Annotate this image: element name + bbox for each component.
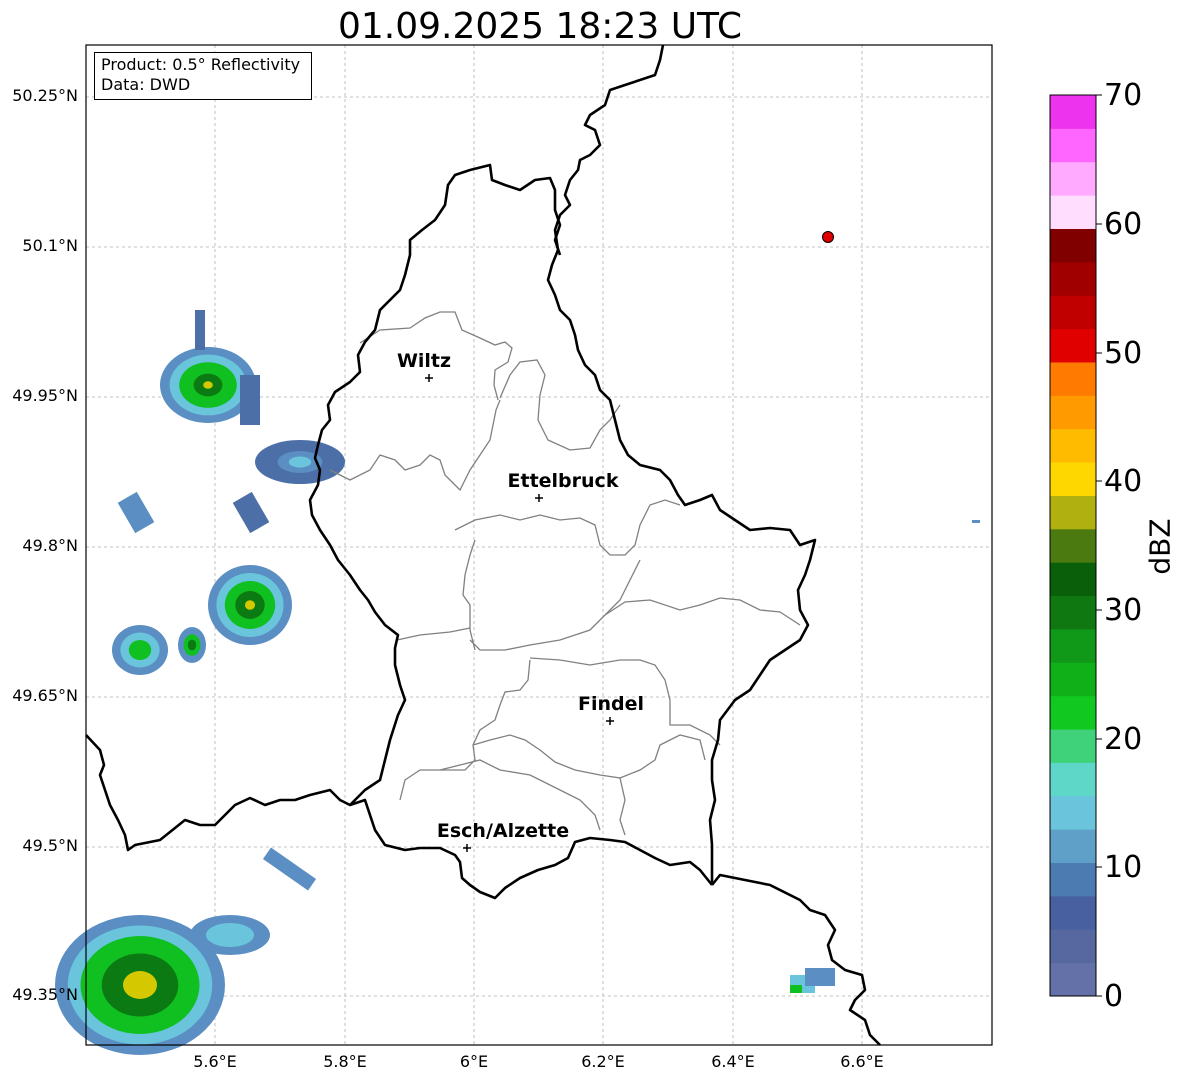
colorbar-tick-label: 0 xyxy=(1104,979,1124,1014)
city-label-ettelbruck: Ettelbruck xyxy=(507,470,619,492)
radar-echo-cell xyxy=(203,381,213,389)
lat-label: 49.8°N xyxy=(22,536,78,555)
colorbar-segment xyxy=(1050,328,1096,363)
radar-echo-cell xyxy=(244,600,256,610)
radar-echo-cell xyxy=(790,985,802,993)
colorbar-segment xyxy=(1050,628,1096,663)
radar-site-marker xyxy=(822,231,834,243)
colorbar-segment xyxy=(1050,428,1096,463)
radar-echo-cell xyxy=(805,968,835,986)
product-label: Product: 0.5° Reflectivity xyxy=(101,55,301,74)
lat-label: 50.1°N xyxy=(22,236,78,255)
radar-echo-cell xyxy=(972,520,980,523)
lat-label: 49.95°N xyxy=(12,386,78,405)
colorbar-segment xyxy=(1050,729,1096,763)
lat-label: 49.65°N xyxy=(12,686,78,705)
colorbar-segment xyxy=(1050,528,1096,563)
lon-label: 5.8°E xyxy=(323,1052,367,1071)
lat-label: 49.5°N xyxy=(22,836,78,855)
colorbar-segment xyxy=(1050,361,1096,396)
colorbar-segment xyxy=(1050,462,1096,496)
radar-echo-cell xyxy=(128,640,152,660)
colorbar-segment xyxy=(1050,895,1096,930)
colorbar-segment xyxy=(1050,962,1096,997)
colorbar-segment xyxy=(1050,595,1096,630)
colorbar-tick-label: 70 xyxy=(1104,78,1143,113)
colorbar-segment xyxy=(1050,95,1096,129)
colorbar-tick-label: 60 xyxy=(1104,207,1143,242)
lon-label: 6.2°E xyxy=(581,1052,625,1071)
lat-label: 49.35°N xyxy=(12,985,78,1004)
city-label-esch: Esch/Alzette xyxy=(436,820,570,842)
colorbar-tick-label: 50 xyxy=(1104,336,1143,371)
colorbar-segment xyxy=(1050,795,1096,830)
product-info-box: Product: 0.5° Reflectivity Data: DWD xyxy=(94,52,312,100)
colorbar-segment xyxy=(1050,195,1096,229)
colorbar-segment xyxy=(1050,829,1096,864)
radar-echo-cell xyxy=(123,971,157,999)
colorbar-segment xyxy=(1050,295,1096,330)
radar-echo-cell xyxy=(288,456,312,468)
colorbar-segment xyxy=(1050,929,1096,964)
colorbar-segment xyxy=(1050,228,1096,263)
colorbar xyxy=(1050,95,1096,997)
radar-echo-cell xyxy=(240,375,260,425)
colorbar-tick-label: 10 xyxy=(1104,850,1143,885)
colorbar-segment xyxy=(1050,762,1096,797)
data-source-label: Data: DWD xyxy=(101,75,191,94)
lon-label: 6°E xyxy=(459,1052,489,1071)
lat-label: 50.25°N xyxy=(12,86,78,105)
map-frame xyxy=(86,45,992,1045)
colorbar-segment xyxy=(1050,395,1096,430)
radar-map xyxy=(55,44,1102,1055)
colorbar-segment xyxy=(1050,695,1096,730)
radar-echo-cell xyxy=(195,310,205,350)
city-label-findel: Findel xyxy=(577,693,645,715)
radar-echo-cell xyxy=(206,923,254,947)
colorbar-segment xyxy=(1050,495,1096,530)
colorbar-segment xyxy=(1050,161,1096,196)
colorbar-tick-label: 40 xyxy=(1104,464,1143,499)
colorbar-segment xyxy=(1050,862,1096,897)
colorbar-segment xyxy=(1050,562,1096,597)
colorbar-tick-label: 30 xyxy=(1104,593,1143,628)
lon-label: 5.6°E xyxy=(193,1052,237,1071)
colorbar-segment xyxy=(1050,662,1096,697)
lon-label: 6.6°E xyxy=(840,1052,884,1071)
colorbar-segment xyxy=(1050,128,1096,163)
lon-label: 6.4°E xyxy=(711,1052,755,1071)
colorbar-unit-label: dBZ xyxy=(1143,518,1177,575)
colorbar-tick-label: 20 xyxy=(1104,722,1143,757)
colorbar-ticks xyxy=(1096,94,1102,997)
city-label-wiltz: Wiltz xyxy=(396,350,452,372)
radar-echo-cell xyxy=(187,639,197,651)
colorbar-segment xyxy=(1050,261,1096,296)
